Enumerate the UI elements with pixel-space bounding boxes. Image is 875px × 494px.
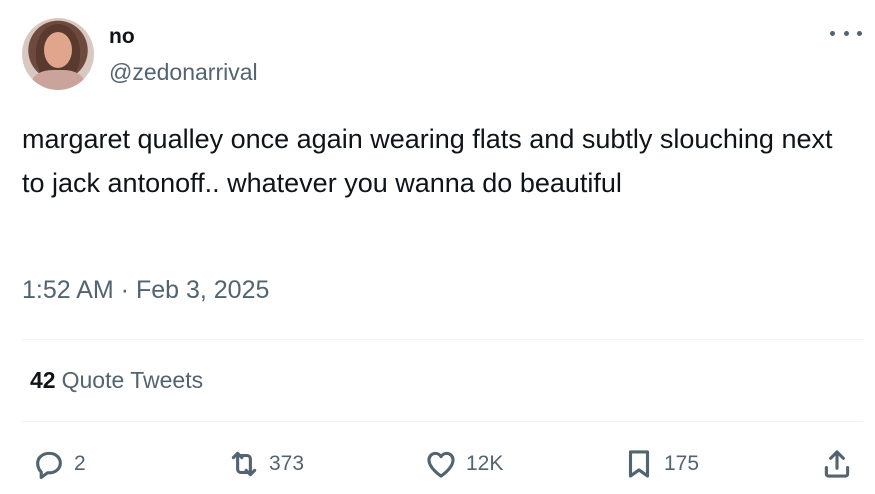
share-button[interactable] [820,446,854,482]
like-button[interactable]: 12K [424,446,503,482]
like-count: 12K [466,452,504,475]
avatar-body [32,70,84,90]
retweet-button[interactable]: 373 [227,446,304,482]
divider [22,421,863,422]
reply-icon [36,451,62,480]
bookmark-count: 175 [664,452,700,475]
tweet-text: margaret qualley once again wearing flat… [22,124,833,198]
avatar-face [44,32,72,68]
avatar[interactable] [22,18,94,90]
quote-tweets-label: Quote Tweets [61,367,204,393]
share-icon [824,450,850,478]
author-handle[interactable]: @zedonarrival [109,59,258,86]
bookmark-button[interactable]: 175 [622,446,699,482]
more-options-icon[interactable] [830,25,862,41]
retweet-icon [231,451,257,477]
reply-count: 2 [74,452,86,475]
more-dot [830,30,835,36]
heart-icon [427,451,455,478]
divider [22,339,863,340]
more-dot [857,30,862,36]
tweet-timestamp[interactable]: 1:52 AM · Feb 3, 2025 [22,276,269,305]
more-dot [843,30,849,36]
retweet-count: 373 [269,452,305,475]
bookmark-icon [628,450,650,478]
quote-tweets-link[interactable]: 42 Quote Tweets [30,367,203,394]
quote-tweets-count: 42 [30,367,56,393]
author-display-name[interactable]: no [109,25,135,49]
reply-button[interactable]: 2 [32,446,86,482]
